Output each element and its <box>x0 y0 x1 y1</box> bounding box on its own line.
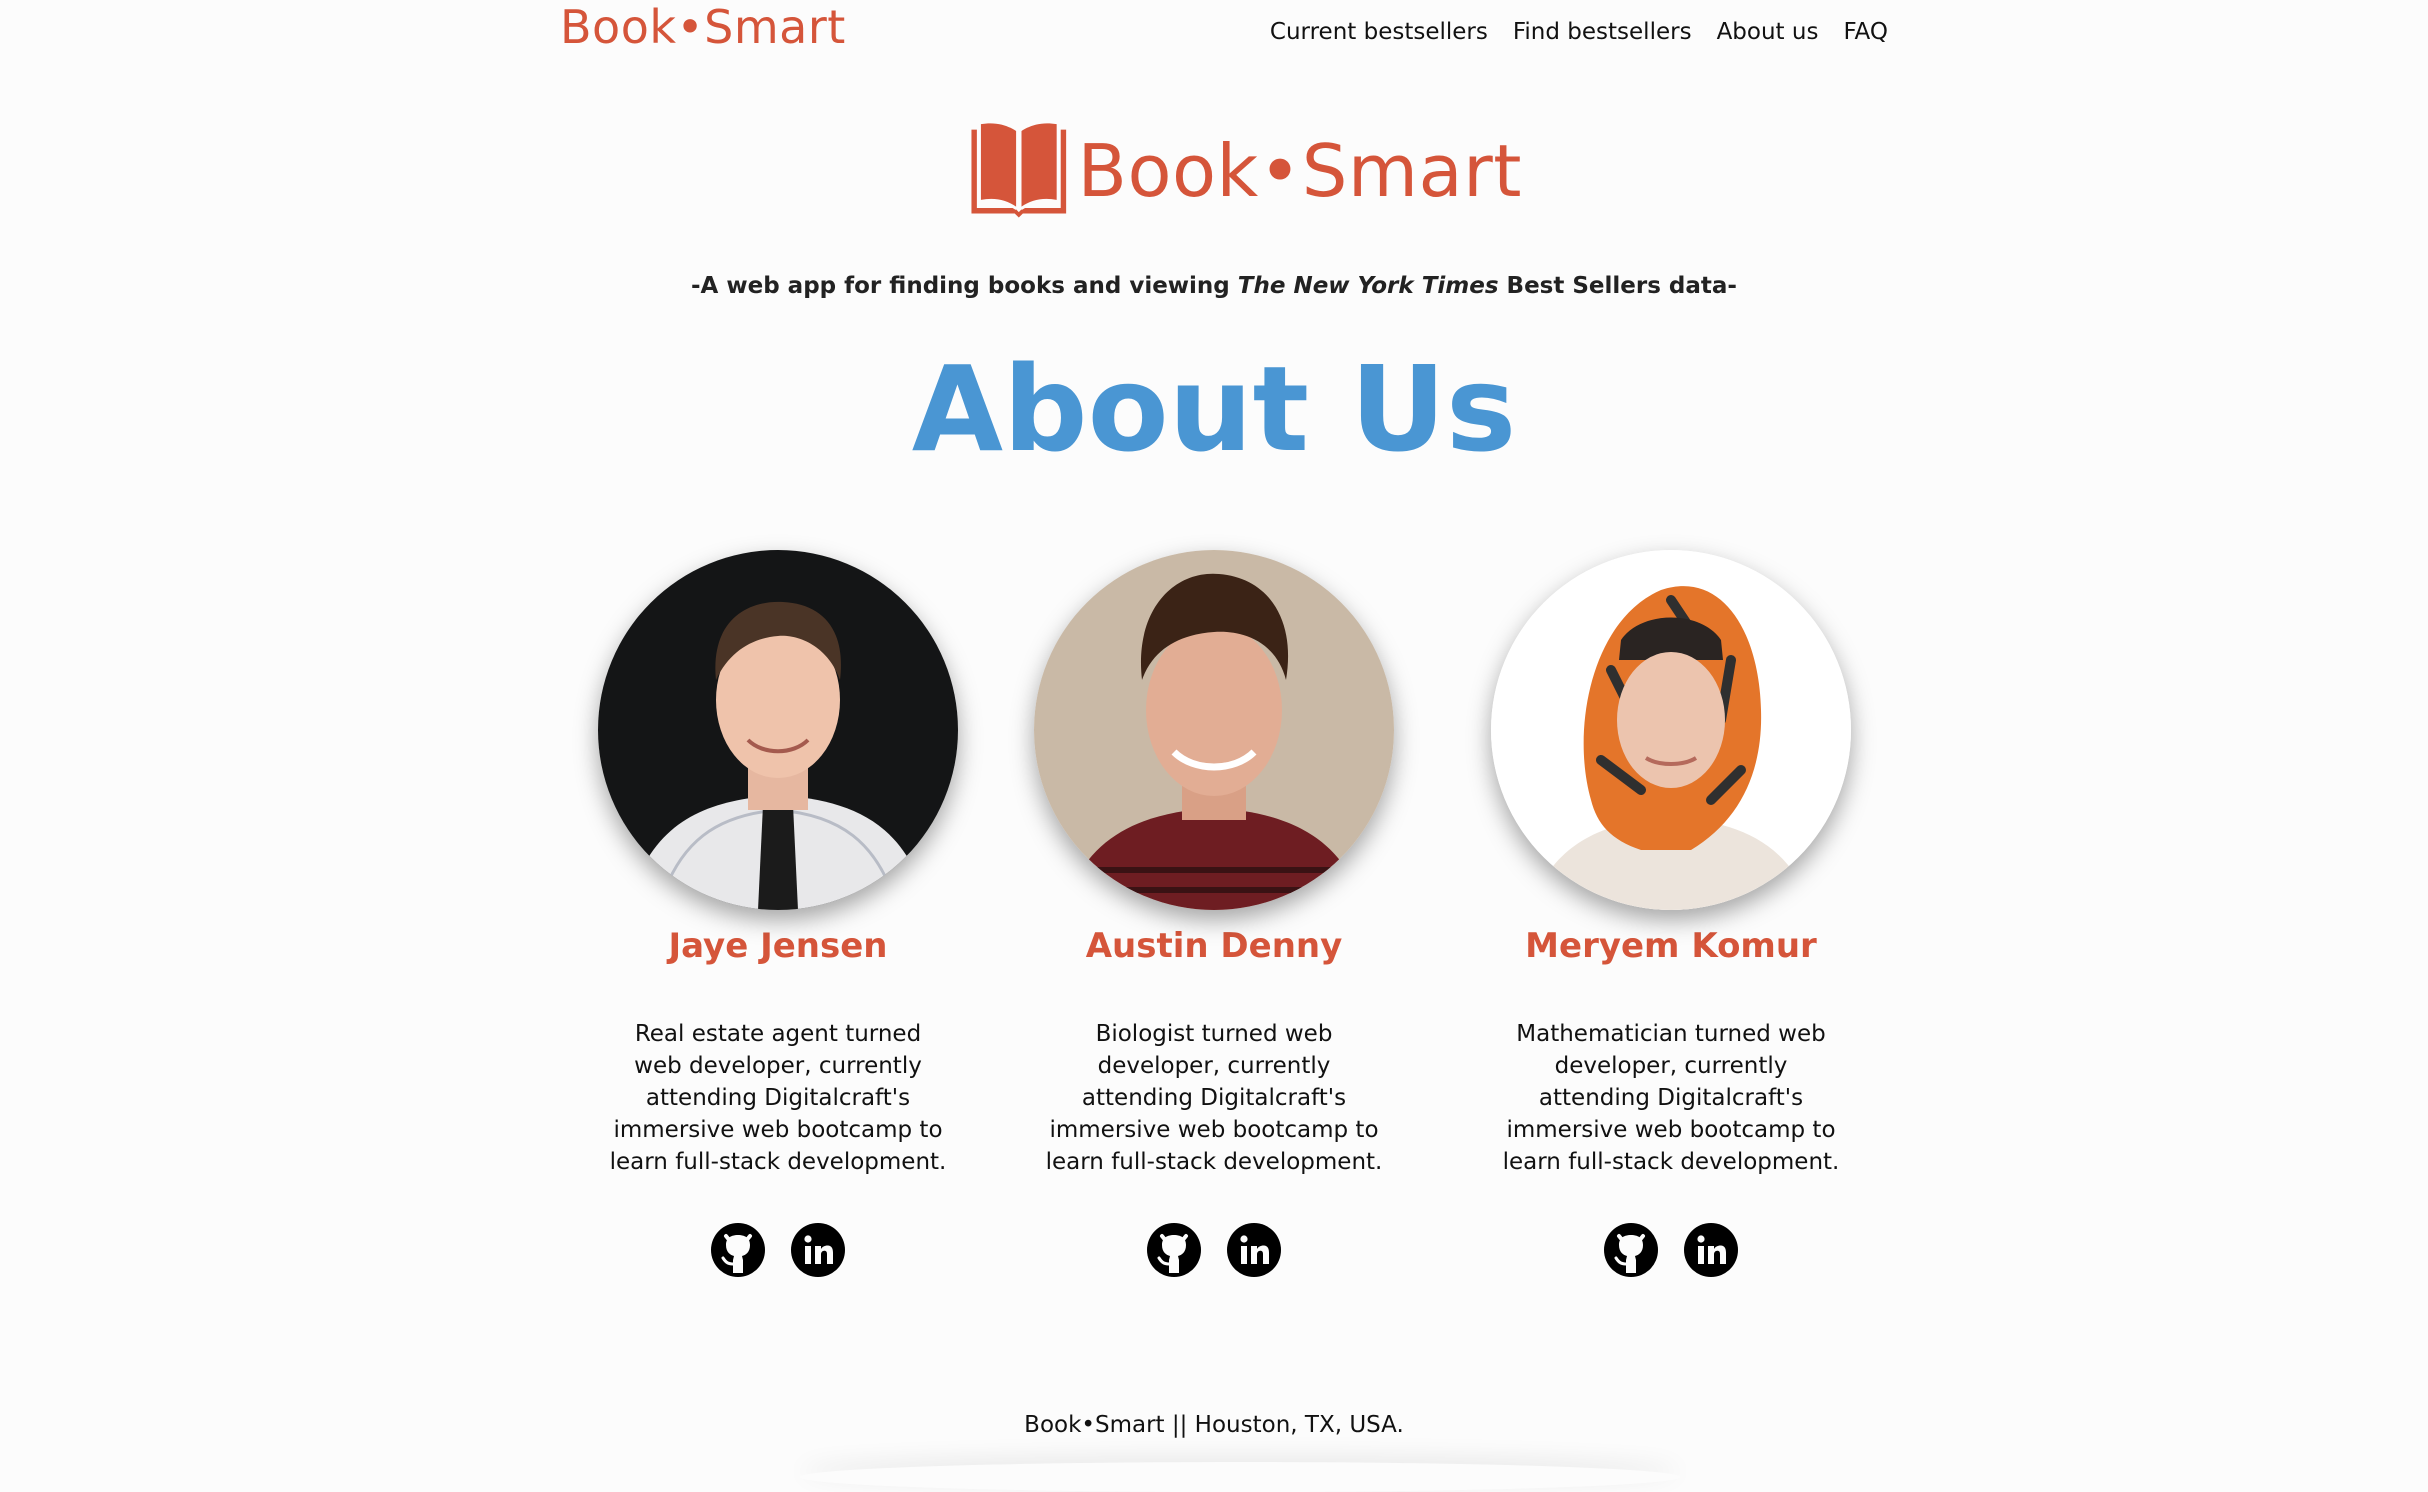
github-icon <box>1147 1223 1201 1277</box>
nav-link-faq[interactable]: FAQ <box>1843 19 1888 45</box>
top-navbar: Book•Smart Current bestsellers Find best… <box>0 0 2428 66</box>
member-name: Meryem Komur <box>1525 926 1817 966</box>
tagline-prefix: -A web app for finding books and viewing <box>691 273 1238 299</box>
avatar <box>1034 550 1394 910</box>
hero-logo-text: Book•Smart <box>1077 128 1522 213</box>
linkedin-link[interactable] <box>1226 1222 1282 1278</box>
member-name: Jaye Jensen <box>668 926 888 966</box>
social-links <box>548 1222 1008 1278</box>
team-section: Jaye Jensen Real estate agent turned web… <box>0 550 2428 1310</box>
linkedin-link[interactable] <box>790 1222 846 1278</box>
linkedin-link[interactable] <box>1683 1222 1739 1278</box>
avatar <box>598 550 958 910</box>
github-link[interactable] <box>1146 1222 1202 1278</box>
team-card: Meryem Komur Mathematician turned web de… <box>1441 550 1901 1277</box>
social-links <box>1441 1222 1901 1278</box>
member-bio: Mathematician turned web developer, curr… <box>1502 1021 1840 1175</box>
linkedin-icon <box>1227 1223 1281 1277</box>
github-link[interactable] <box>1603 1222 1659 1278</box>
member-name: Austin Denny <box>1085 926 1343 966</box>
tagline-publication: The New York Times <box>1237 273 1499 299</box>
nav-link-find-bestsellers[interactable]: Find bestsellers <box>1513 19 1692 45</box>
github-link[interactable] <box>710 1222 766 1278</box>
footer: Book•Smart || Houston, TX, USA. <box>1024 1412 1404 1438</box>
nav-link-current-bestsellers[interactable]: Current bestsellers <box>1270 19 1488 45</box>
team-card: Jaye Jensen Real estate agent turned web… <box>548 550 1008 1277</box>
social-links <box>984 1222 1444 1278</box>
member-photo <box>598 550 958 910</box>
member-bio: Real estate agent turned web developer, … <box>609 1021 947 1175</box>
hero-logo: Book•Smart <box>962 98 1522 243</box>
github-icon <box>1604 1223 1658 1277</box>
linkedin-icon <box>1684 1223 1738 1277</box>
linkedin-icon <box>791 1223 845 1277</box>
footer-shadow <box>800 1462 1680 1492</box>
tagline-suffix: Best Sellers data- <box>1498 273 1737 299</box>
member-photo <box>1034 550 1394 910</box>
nav-link-about-us[interactable]: About us <box>1717 19 1819 45</box>
open-book-icon <box>971 123 1067 218</box>
nav-brand-link[interactable]: Book•Smart <box>560 0 846 54</box>
member-photo <box>1491 550 1851 910</box>
github-icon <box>711 1223 765 1277</box>
tagline: -A web app for finding books and viewing… <box>0 273 2428 299</box>
nav-links: Current bestsellers Find bestsellers Abo… <box>1270 19 1888 45</box>
avatar <box>1491 550 1851 910</box>
team-card: Austin Denny Biologist turned web develo… <box>984 550 1444 1277</box>
member-bio: Biologist turned web developer, currentl… <box>1045 1021 1383 1175</box>
page-title: About Us <box>911 340 1517 478</box>
